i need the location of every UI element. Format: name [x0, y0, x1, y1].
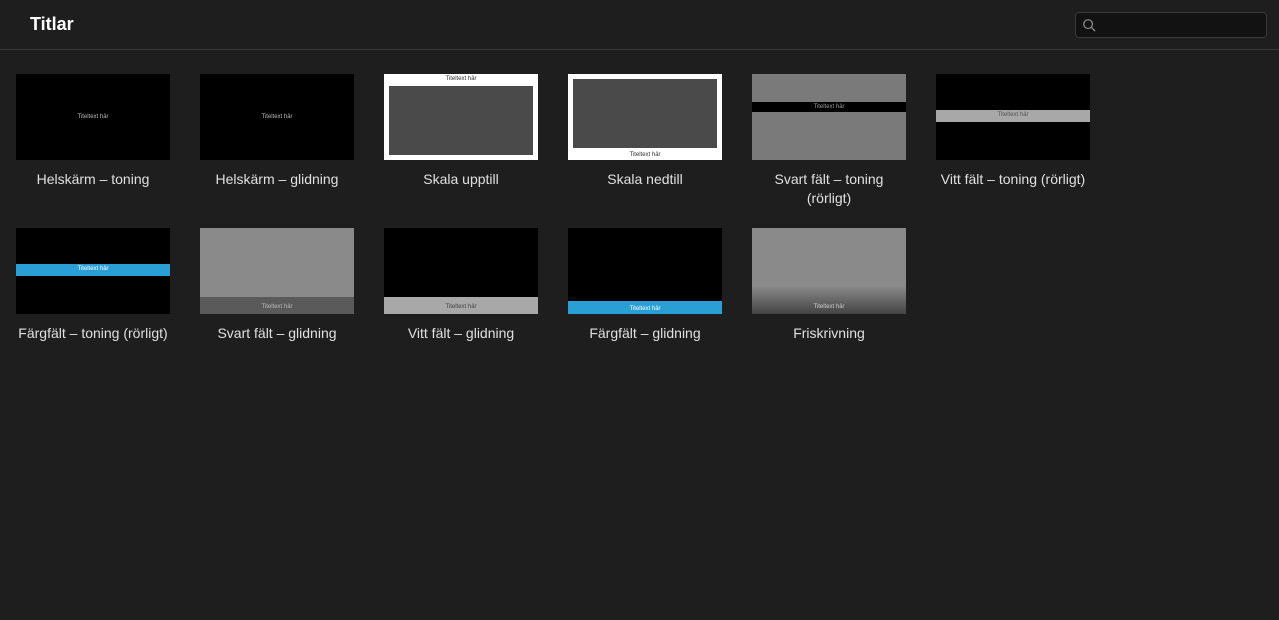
- title-thumbnail: Titeltext här: [936, 74, 1090, 160]
- preview-text: Titeltext här: [77, 114, 108, 120]
- title-thumbnail: Titeltext här: [384, 74, 538, 160]
- title-thumbnail: Titeltext här: [384, 228, 538, 314]
- title-card-vitt-falt-toning[interactable]: Titeltext här Vitt fält – toning (rörligt…: [936, 74, 1090, 208]
- title-thumbnail: Titeltext här: [568, 228, 722, 314]
- preview-text: Titeltext här: [261, 114, 292, 120]
- preview-text: Titeltext här: [261, 304, 292, 310]
- title-thumbnail: Titeltext här: [200, 74, 354, 160]
- title-thumbnail: Titeltext här: [16, 228, 170, 314]
- title-label: Vitt fält – toning (rörligt): [941, 170, 1085, 189]
- search-input[interactable]: [1102, 18, 1260, 32]
- title-card-helskarm-toning[interactable]: Titeltext här Helskärm – toning: [16, 74, 170, 208]
- title-card-vitt-falt-glidning[interactable]: Titeltext här Vitt fält – glidning: [384, 228, 538, 343]
- title-card-helskarm-glidning[interactable]: Titeltext här Helskärm – glidning: [200, 74, 354, 208]
- preview-text: Titeltext här: [813, 304, 844, 310]
- title-label: Skala upptill: [423, 170, 499, 189]
- title-thumbnail: Titeltext här: [568, 74, 722, 160]
- title-label: Färgfält – toning (rörligt): [18, 324, 167, 343]
- page-title: Titlar: [30, 14, 74, 35]
- title-thumbnail: Titeltext här: [752, 74, 906, 160]
- title-label: Helskärm – glidning: [216, 170, 339, 189]
- title-card-friskrivning[interactable]: Titeltext här Friskrivning: [752, 228, 906, 343]
- titles-grid: Titeltext härHelskärm – toningTiteltext …: [0, 50, 1279, 367]
- preview-text: Titeltext här: [445, 76, 476, 82]
- title-card-fargfalt-glidning[interactable]: Titeltext här Färgfält – glidning: [568, 228, 722, 343]
- preview-text: Titeltext här: [629, 306, 660, 312]
- title-card-svart-falt-glidning[interactable]: Titeltext här Svart fält – glidning: [200, 228, 354, 343]
- title-label: Friskrivning: [793, 324, 865, 343]
- title-thumbnail: Titeltext här: [200, 228, 354, 314]
- title-label: Svart fält – glidning: [217, 324, 336, 343]
- titles-header: Titlar: [0, 0, 1279, 50]
- preview-text: Titeltext här: [629, 152, 660, 158]
- preview-text: Titeltext här: [813, 104, 844, 110]
- preview-text: Titeltext här: [445, 304, 476, 310]
- title-card-svart-falt-toning[interactable]: Titeltext här Svart fält – toning (rörlig…: [752, 74, 906, 208]
- title-card-skala-nedtill[interactable]: Titeltext här Skala nedtill: [568, 74, 722, 208]
- title-thumbnail: Titeltext här: [16, 74, 170, 160]
- preview-text: Titeltext här: [77, 266, 108, 272]
- title-label: Skala nedtill: [607, 170, 683, 189]
- title-thumbnail: Titeltext här: [752, 228, 906, 314]
- search-box[interactable]: [1075, 12, 1267, 38]
- title-label: Vitt fält – glidning: [408, 324, 514, 343]
- title-label: Svart fält – toning (rörligt): [752, 170, 906, 208]
- title-card-skala-upptill[interactable]: Titeltext här Skala upptill: [384, 74, 538, 208]
- title-card-fargfalt-toning[interactable]: Titeltext här Färgfält – toning (rörligt): [16, 228, 170, 343]
- search-icon: [1082, 18, 1096, 32]
- title-label: Färgfält – glidning: [589, 324, 700, 343]
- title-label: Helskärm – toning: [37, 170, 150, 189]
- preview-text: Titeltext här: [997, 112, 1028, 118]
